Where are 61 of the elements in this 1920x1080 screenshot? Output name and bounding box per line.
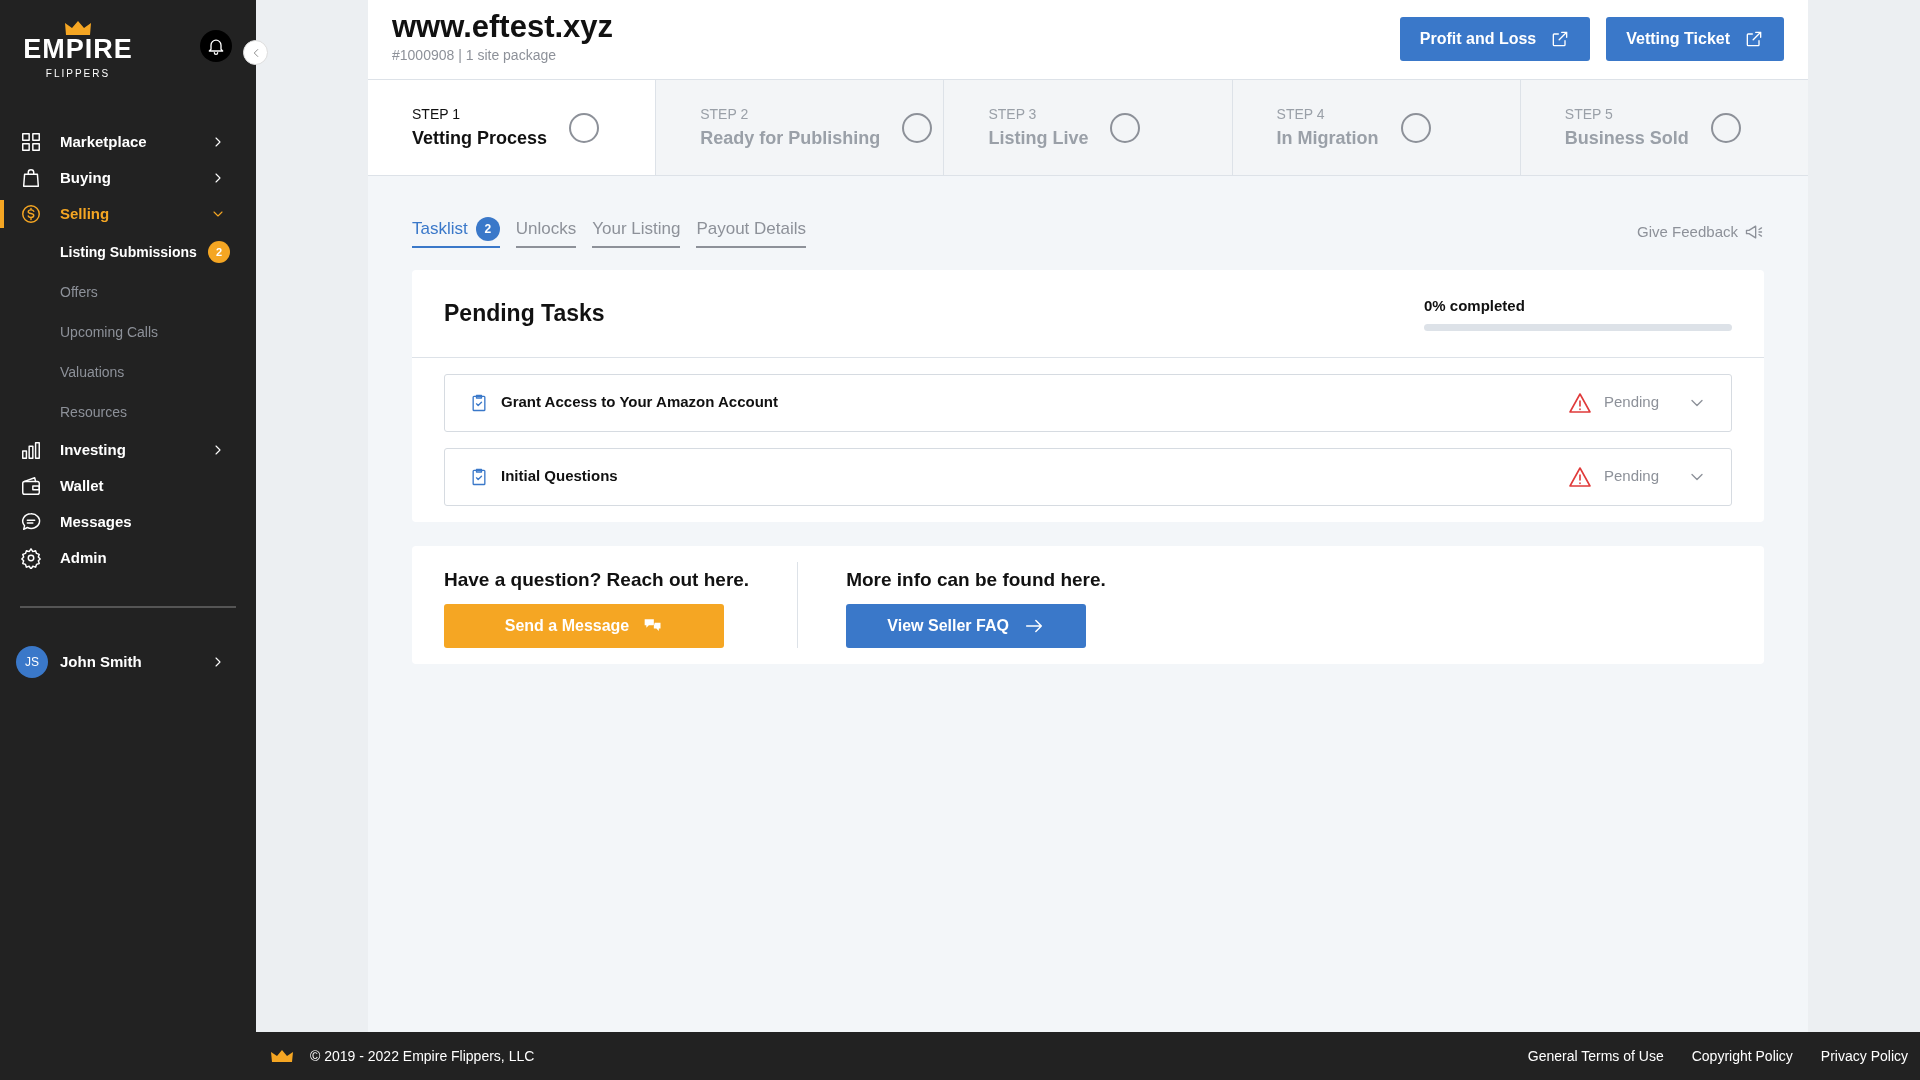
submenu-item[interactable]: Upcoming Calls: [0, 312, 256, 352]
gear-icon: [20, 547, 42, 569]
step-circle-icon: [1400, 112, 1431, 143]
step-circle-icon: [1110, 112, 1141, 143]
footer-link[interactable]: Copyright Policy: [1691, 1045, 1793, 1067]
tab[interactable]: Your Listing: [592, 216, 681, 248]
task-row[interactable]: Initial Questions Pending: [444, 447, 1732, 506]
tab[interactable]: Payout Details: [696, 216, 807, 248]
warning-icon: [1567, 390, 1592, 415]
nav-item[interactable]: Buying: [0, 160, 256, 196]
copyright-text: © 2019 - 2022 Empire Flippers, LLC: [310, 1046, 535, 1066]
view-faq-button[interactable]: View Seller FAQ: [846, 604, 1087, 648]
avatar: JS: [16, 646, 48, 678]
nav-item[interactable]: Messages: [0, 504, 256, 540]
external-link-icon: [1744, 29, 1764, 49]
nav-item[interactable]: Marketplace: [0, 124, 256, 160]
task-row[interactable]: Grant Access to Your Amazon Account Pending: [444, 373, 1732, 432]
nav-item[interactable]: Wallet: [0, 468, 256, 504]
footer-link[interactable]: Privacy Policy: [1820, 1045, 1908, 1067]
task-title: Grant Access to Your Amazon Account: [501, 392, 778, 413]
help-text: More info can be found here.: [846, 567, 1106, 592]
crown-icon: [64, 20, 92, 36]
give-feedback-link[interactable]: Give Feedback: [1637, 220, 1764, 243]
header-button[interactable]: Vetting Ticket: [1606, 17, 1784, 61]
footer-link[interactable]: General Terms of Use: [1527, 1045, 1664, 1067]
submenu-item[interactable]: Offers: [0, 272, 256, 312]
notification-bell-button[interactable]: [200, 30, 232, 62]
shopping-bag-icon: [20, 167, 42, 189]
user-menu[interactable]: JS John Smith: [0, 646, 256, 678]
nav-item[interactable]: Selling: [0, 196, 256, 232]
logo[interactable]: EMPIRE FLIPPERS: [20, 20, 136, 81]
step-circle-icon: [569, 112, 600, 143]
collapse-sidebar-button[interactable]: [243, 40, 268, 65]
dollar-circle-icon: [20, 203, 42, 225]
step-circle-icon: [1710, 112, 1741, 143]
task-title: Initial Questions: [501, 466, 618, 487]
wallet-icon: [20, 475, 42, 497]
tab[interactable]: Unlocks: [515, 216, 577, 248]
submenu-item[interactable]: Valuations: [0, 352, 256, 392]
task-status: Pending: [1603, 466, 1659, 487]
progress-label: 0% completed: [1424, 296, 1526, 317]
step-circle-icon: [902, 112, 933, 143]
count-badge: 2: [475, 216, 500, 241]
chat-bubble-icon: [20, 511, 42, 533]
crown-icon: [270, 1049, 294, 1063]
submenu-item[interactable]: Resources: [0, 392, 256, 432]
submenu-item[interactable]: Listing Submissions 2: [0, 232, 256, 272]
grid-icon: [20, 131, 42, 153]
count-badge: 2: [208, 241, 230, 263]
bar-chart-icon: [20, 439, 42, 461]
site-subtitle: #1000908 | 1 site package: [392, 46, 557, 66]
step-tab[interactable]: STEP 1 Vetting Process: [368, 80, 656, 175]
help-text: Have a question? Reach out here.: [444, 567, 750, 592]
warning-icon: [1567, 464, 1592, 489]
site-title: www.eftest.xyz: [392, 8, 614, 46]
task-status: Pending: [1603, 392, 1659, 413]
tab[interactable]: Tasklist 2: [412, 216, 500, 248]
nav-item[interactable]: Investing: [0, 432, 256, 468]
header-button[interactable]: Profit and Loss: [1399, 17, 1591, 61]
card-title: Pending Tasks: [444, 298, 605, 328]
nav-item[interactable]: Admin: [0, 540, 256, 576]
